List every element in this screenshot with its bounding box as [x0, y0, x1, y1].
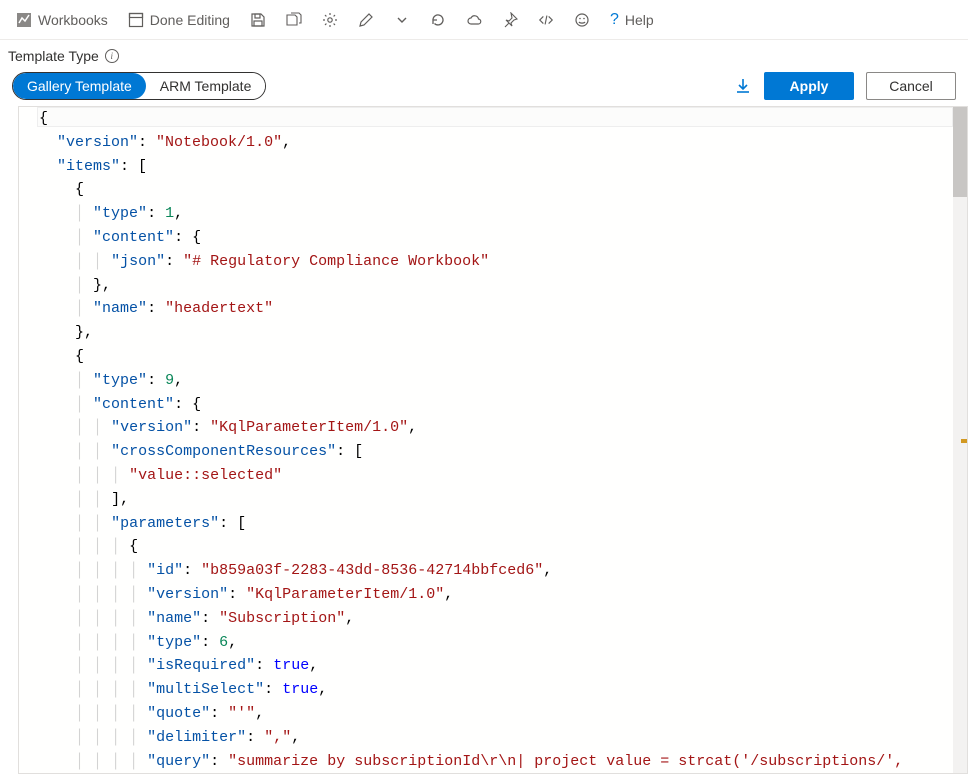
code-button[interactable] [530, 4, 562, 36]
controls-row: Gallery Template ARM Template Apply Canc… [6, 72, 956, 100]
done-editing-icon [128, 12, 144, 28]
code-editor[interactable]: { "version": "Notebook/1.0", "items": [ … [18, 106, 968, 774]
done-editing-button[interactable]: Done Editing [120, 4, 238, 36]
code-icon [538, 12, 554, 28]
apply-button[interactable]: Apply [764, 72, 854, 100]
refresh-icon [430, 12, 446, 28]
save-as-button[interactable] [278, 4, 310, 36]
save-button[interactable] [242, 4, 274, 36]
dropdown-button[interactable] [386, 4, 418, 36]
editor-scrollbar[interactable] [953, 107, 967, 773]
chevron-down-icon [394, 12, 410, 28]
toggle-gallery-label: Gallery Template [27, 78, 132, 94]
pin-button[interactable] [494, 4, 526, 36]
pin-icon [502, 12, 518, 28]
cancel-button-label: Cancel [889, 78, 933, 94]
refresh-button[interactable] [422, 4, 454, 36]
info-icon[interactable]: i [105, 49, 119, 63]
editor-content[interactable]: { "version": "Notebook/1.0", "items": [ … [37, 107, 953, 773]
editor-gutter [19, 107, 37, 773]
cloud-icon [466, 12, 482, 28]
workbooks-label: Workbooks [38, 12, 108, 28]
toggle-arm-template[interactable]: ARM Template [146, 73, 266, 99]
sub-header: Template Type i Gallery Template ARM Tem… [0, 40, 968, 104]
help-label: Help [625, 12, 654, 28]
workbooks-menu[interactable]: Workbooks [8, 4, 116, 36]
save-as-icon [286, 12, 302, 28]
settings-button[interactable] [314, 4, 346, 36]
save-icon [250, 12, 266, 28]
top-toolbar: Workbooks Done Editing [0, 0, 968, 40]
help-icon: ? [610, 11, 619, 29]
scrollbar-thumb[interactable] [953, 107, 967, 197]
toggle-gallery-template[interactable]: Gallery Template [13, 73, 146, 99]
pencil-icon [358, 12, 374, 28]
apply-button-label: Apply [790, 78, 829, 94]
workbooks-icon [16, 12, 32, 28]
template-type-label: Template Type [8, 48, 99, 64]
toggle-arm-label: ARM Template [160, 78, 252, 94]
scrollbar-marker [961, 439, 967, 443]
feedback-button[interactable] [566, 4, 598, 36]
edit-button[interactable] [350, 4, 382, 36]
done-editing-label: Done Editing [150, 12, 230, 28]
code-text[interactable]: { "version": "Notebook/1.0", "items": [ … [37, 107, 953, 773]
download-button[interactable] [734, 77, 752, 95]
gear-icon [322, 12, 338, 28]
template-type-row: Template Type i [6, 48, 119, 64]
template-type-toggle: Gallery Template ARM Template [12, 72, 266, 100]
alerts-button[interactable] [458, 4, 490, 36]
cancel-button[interactable]: Cancel [866, 72, 956, 100]
smiley-icon [574, 12, 590, 28]
help-button[interactable]: ? Help [602, 4, 662, 36]
